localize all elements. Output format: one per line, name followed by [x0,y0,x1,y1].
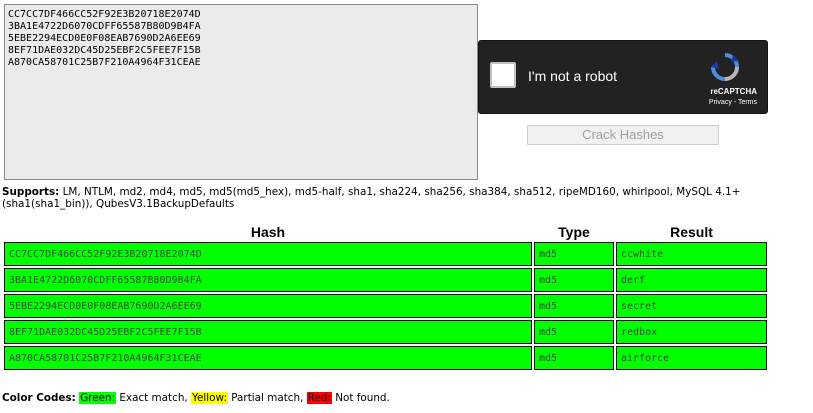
hash-input[interactable]: CC7CC7DF466CC52F92E3B20718E2074D 3BA1E47… [4,4,478,180]
results-table: Hash Type Result CC7CC7DF466CC52F92E3B20… [2,222,769,372]
table-row: 8EF71DAE032DC45D25EBF2C5FEE7F15B md5 red… [4,320,767,344]
legend-yellow-swatch: Yellow: [191,392,228,404]
table-row: 5EBE2294ECD0E0F08EAB7690D2A6EE69 md5 sec… [4,294,767,318]
type-cell: md5 [534,346,614,370]
result-cell: redbox [616,320,767,344]
legend-label: Color Codes: [2,392,76,404]
type-cell: md5 [534,294,614,318]
type-cell: md5 [534,268,614,292]
table-row: A870CA58701C25B7F210A4964F31CEAE md5 air… [4,346,767,370]
hash-cell: A870CA58701C25B7F210A4964F31CEAE [4,346,532,370]
recaptcha-links: Privacy - Terms [709,99,757,106]
supports-text: Supports: LM, NTLM, md2, md4, md5, md5(m… [2,186,802,210]
recaptcha-logo-icon [711,53,739,81]
table-row: CC7CC7DF466CC52F92E3B20718E2074D md5 ccw… [4,242,767,266]
result-cell: airforce [616,346,767,370]
legend-red-text: Not found. [331,392,390,404]
hash-cell: CC7CC7DF466CC52F92E3B20718E2074D [4,242,532,266]
recaptcha-label: I'm not a robot [528,68,618,84]
type-cell: md5 [534,242,614,266]
legend-green-swatch: Green: [79,392,117,404]
supports-label: Supports: [2,186,60,198]
color-codes-legend: Color Codes: Green: Exact match, Yellow:… [2,392,390,404]
result-cell: ccwhite [616,242,767,266]
hash-cell: 5EBE2294ECD0E0F08EAB7690D2A6EE69 [4,294,532,318]
recaptcha-checkbox[interactable] [490,62,516,88]
header-result: Result [670,224,713,240]
legend-yellow-text: Partial match, [227,392,307,404]
type-cell: md5 [534,320,614,344]
table-header-row: Hash Type Result [4,224,767,240]
crack-hashes-button[interactable]: Crack Hashes [527,125,719,145]
header-type: Type [558,224,590,240]
hash-cell: 8EF71DAE032DC45D25EBF2C5FEE7F15B [4,320,532,344]
recaptcha-terms-link[interactable]: Terms [738,99,757,106]
recaptcha-privacy-link[interactable]: Privacy [709,99,732,106]
result-cell: derf [616,268,767,292]
result-cell: secret [616,294,767,318]
recaptcha-brand: reCAPTCHA [710,87,757,96]
legend-green-text: Exact match, [116,392,192,404]
supports-list: LM, NTLM, md2, md4, md5, md5(md5_hex), m… [2,186,741,210]
table-row: 3BA1E4722D6070CDFF65587B80D9B4FA md5 der… [4,268,767,292]
header-hash: Hash [250,224,286,240]
recaptcha-widget: I'm not a robot reCAPTCHA Privacy - Term… [478,40,768,114]
hash-cell: 3BA1E4722D6070CDFF65587B80D9B4FA [4,268,532,292]
legend-red-swatch: Red: [306,392,332,404]
